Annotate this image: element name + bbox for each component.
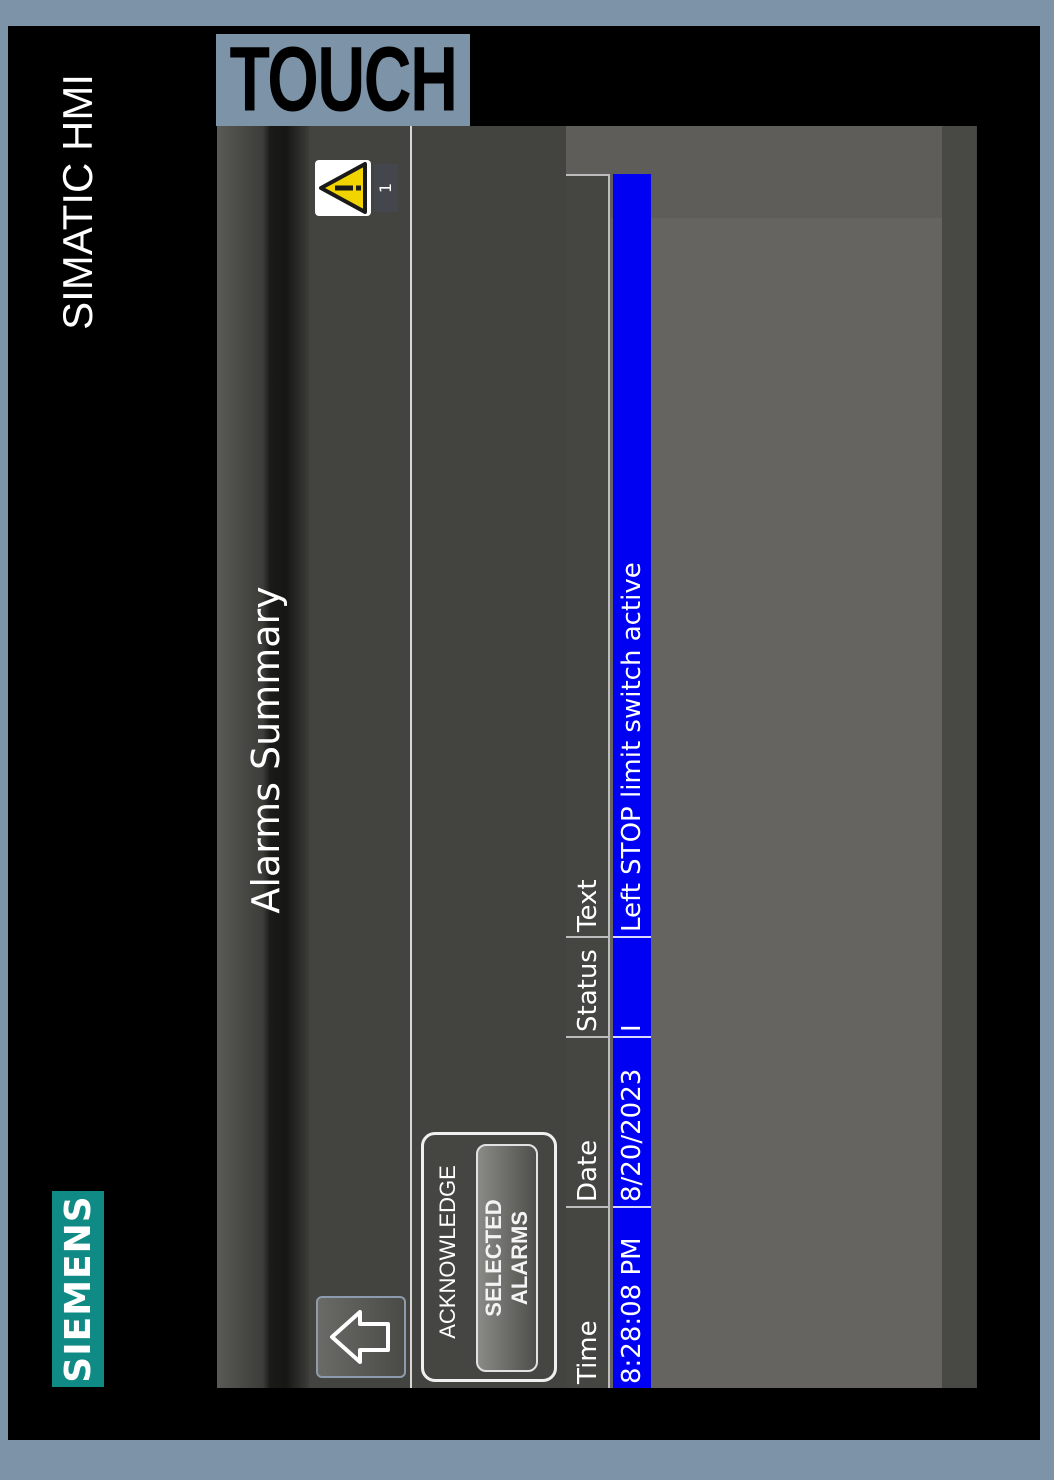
page-title: Alarms Summary xyxy=(244,586,288,914)
acknowledge-label: ACKNOWLEDGE xyxy=(435,1165,460,1339)
warning-triangle-icon xyxy=(315,160,371,216)
column-header-time[interactable]: Time xyxy=(566,1206,610,1388)
table-row[interactable]: 8:28:08 PM 8/20/2023 I Left STOP limit s… xyxy=(613,174,651,1388)
alarm-count-badge: 1 xyxy=(374,164,398,212)
alarm-time: 8:28:08 PM xyxy=(613,1206,651,1388)
touch-label-text: TOUCH xyxy=(229,34,457,126)
ack-button-line1: SELECTED xyxy=(481,1199,506,1317)
acknowledge-selected-alarms-button[interactable]: SELECTED ALARMS xyxy=(476,1144,538,1372)
column-header-date[interactable]: Date xyxy=(566,1036,610,1206)
ack-button-line2: ALARMS xyxy=(507,1210,532,1306)
column-header-status[interactable]: Status xyxy=(566,936,610,1036)
home-button[interactable] xyxy=(316,1296,406,1378)
siemens-logo: SIEMENS xyxy=(52,1191,104,1387)
home-icon xyxy=(330,1310,390,1364)
product-name: SIMATIC HMI xyxy=(54,74,101,330)
touch-label: TOUCH xyxy=(216,34,470,126)
hmi-bezel: SIEMENS SIMATIC HMI TOUCH Alarms Summary… xyxy=(8,26,1040,1440)
toolbar-divider xyxy=(410,126,412,1388)
alarm-list-footer xyxy=(942,126,976,1388)
column-header-text[interactable]: Text xyxy=(566,174,610,936)
hmi-screen-rotated: SIEMENS SIMATIC HMI TOUCH Alarms Summary… xyxy=(8,26,1054,1480)
alarm-status: I xyxy=(613,936,651,1036)
alarm-text: Left STOP limit switch active xyxy=(617,562,647,932)
alarm-date: 8/20/2023 xyxy=(613,1036,651,1206)
